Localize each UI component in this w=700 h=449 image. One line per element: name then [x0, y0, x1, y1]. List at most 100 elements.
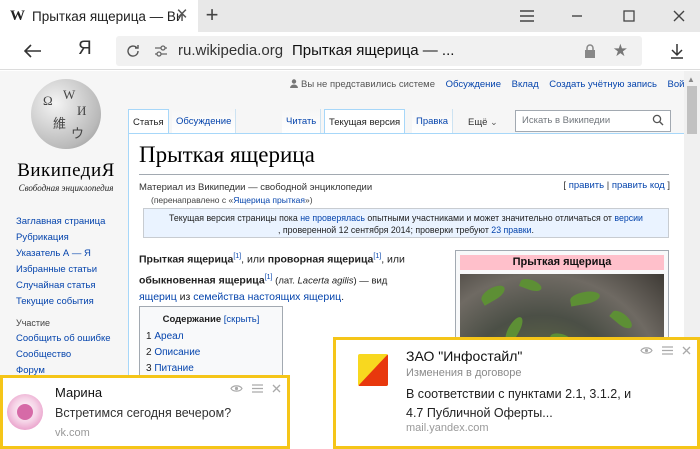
scroll-up-icon[interactable]: ▲: [687, 75, 695, 84]
reference-link[interactable]: [1]: [233, 253, 241, 260]
tab-bar: W Прыткая ящерица — Ви ✕ +: [0, 0, 700, 32]
user-contrib-link[interactable]: Вклад: [512, 79, 539, 90]
sidebar-item-featured[interactable]: Избранные статьи: [16, 262, 126, 278]
notification-mail[interactable]: ЗАО "Инфостайл" Изменения в договоре В с…: [333, 337, 700, 449]
browser-tab[interactable]: W Прыткая ящерица — Ви ✕: [0, 0, 198, 32]
lede-bold: Прыткая ящерица: [139, 253, 234, 266]
menu-lines-icon: [520, 10, 534, 22]
tab-current-version[interactable]: Текущая версия: [324, 109, 406, 133]
notification-body-line: В соответствии с пунктами 2.1, 3.1.2, и: [406, 387, 632, 401]
edit-links: [ править | править код ]: [563, 180, 670, 191]
not-logged-text: Вы не представились системе: [301, 79, 435, 90]
bracket-open: [: [563, 180, 567, 191]
search-icon[interactable]: [652, 114, 664, 126]
user-icon: [290, 79, 298, 88]
edit-sep: |: [606, 180, 610, 191]
menu-lines-icon[interactable]: [252, 384, 263, 393]
tab-article[interactable]: Статья: [128, 109, 169, 133]
lede-bold: проворная ящерица: [267, 253, 374, 266]
chevron-down-icon: ⌄: [490, 117, 498, 127]
family-link[interactable]: семейства настоящих ящериц: [193, 291, 341, 303]
wikipedia-wordmark: ВикипедиЯ: [17, 160, 115, 181]
lizards-link[interactable]: ящериц: [139, 291, 177, 303]
close-window-button[interactable]: [662, 0, 696, 32]
toc-item[interactable]: 2 Описание: [146, 345, 282, 361]
redirect-note: (перенаправлено с «Ящерица прыткая»): [151, 195, 313, 205]
lede-text: , или: [241, 253, 268, 266]
wiki-search-input[interactable]: Искать в Википедии: [515, 110, 671, 132]
redirect-prefix: (перенаправлено с «: [151, 195, 234, 205]
notice-text: , проверенной 12 сентября 2014; проверки…: [278, 225, 492, 235]
tab-more[interactable]: Ещё ⌄: [464, 109, 502, 133]
article-lede: Прыткая ящерица[1], или проворная ящериц…: [139, 248, 439, 306]
tab-discussion[interactable]: Обсуждение: [172, 109, 237, 133]
scrollbar-thumb[interactable]: [687, 86, 697, 134]
menu-lines-button[interactable]: [510, 0, 544, 32]
address-page-title: Прыткая ящерица — ...: [292, 42, 455, 59]
toc-hide-link[interactable]: [скрыть]: [224, 314, 260, 325]
minimize-button[interactable]: [560, 0, 594, 32]
sidebar-item-current-events[interactable]: Текущие события: [16, 294, 126, 310]
yandex-button[interactable]: Я: [78, 38, 92, 60]
search-placeholder: Искать в Википедии: [522, 115, 611, 126]
tab-close-icon[interactable]: ✕: [175, 7, 189, 22]
download-icon: [671, 44, 683, 59]
sidebar-item-community[interactable]: Сообщество: [16, 347, 126, 363]
close-icon: [673, 10, 685, 22]
browser-toolbar: Я ru.wikipedia.org Прыткая ящерица — ...…: [0, 32, 700, 70]
reference-link[interactable]: [1]: [265, 274, 273, 281]
lock-icon[interactable]: [584, 44, 596, 58]
maximize-button[interactable]: [612, 0, 646, 32]
redirect-link[interactable]: Ящерица прыткая: [233, 195, 305, 205]
site-subtitle: Материал из Википедии — свободной энцикл…: [139, 182, 373, 193]
lede-text: .: [341, 291, 345, 303]
page-title: Прыткая ящерица: [139, 142, 315, 167]
sidebar-item-random[interactable]: Случайная статья: [16, 278, 126, 294]
toc-item-label[interactable]: Ареал: [154, 331, 183, 342]
notification-vk[interactable]: Марина Встретимся сегодня вечером? vk.co…: [0, 375, 290, 449]
notification-source: vk.com: [55, 427, 90, 439]
toc-item[interactable]: 1 Ареал: [146, 329, 282, 345]
edit-code-link[interactable]: править код: [612, 180, 665, 191]
close-icon[interactable]: [272, 384, 281, 393]
tab-edit[interactable]: Правка: [412, 109, 454, 133]
wikipedia-globe-icon: Ω W И 維 ウ: [31, 79, 101, 149]
edit-link[interactable]: править: [569, 180, 604, 191]
lede-text: (лат.: [272, 275, 298, 286]
tab-title: Прыткая ящерица — Ви: [32, 8, 184, 24]
user-talk-link[interactable]: Обсуждение: [446, 79, 501, 90]
back-button[interactable]: [20, 39, 46, 63]
toc-item-label[interactable]: Питание: [154, 363, 193, 374]
address-bar[interactable]: ru.wikipedia.org Прыткая ящерица — ... ★: [116, 36, 642, 66]
notice-text: опытными участниками и может значительно…: [364, 213, 615, 223]
eye-icon[interactable]: [640, 346, 653, 355]
reload-icon[interactable]: [126, 44, 140, 58]
sidebar-item-index[interactable]: Указатель А — Я: [16, 246, 126, 262]
eye-icon[interactable]: [230, 384, 243, 393]
notification-title: Марина: [55, 385, 103, 400]
notification-actions: [640, 346, 691, 355]
lede-text: , или: [381, 253, 405, 266]
notification-title: ЗАО "Инфостайл": [406, 348, 523, 364]
close-icon[interactable]: [682, 346, 691, 355]
tab-read[interactable]: Читать: [282, 109, 322, 133]
wikipedia-logo[interactable]: Ω W И 維 ウ ВикипедиЯ Свободная энциклопед…: [10, 77, 120, 195]
new-tab-button[interactable]: +: [200, 3, 224, 27]
address-domain: ru.wikipedia.org: [178, 42, 284, 59]
toc-heading: Содержание: [162, 314, 222, 325]
notice-link-edits[interactable]: 23 правки: [491, 225, 531, 235]
notice-link-version[interactable]: версии: [614, 213, 643, 223]
notice-link-unreviewed[interactable]: не проверялась: [300, 213, 365, 223]
wikipedia-tagline: Свободная энциклопедия: [18, 183, 114, 193]
toc-item-label[interactable]: Описание: [154, 347, 200, 358]
sidebar-item-main-page[interactable]: Заглавная страница: [16, 214, 126, 230]
sidebar-item-categories[interactable]: Рубрикация: [16, 230, 126, 246]
site-settings-icon[interactable]: [154, 44, 168, 58]
create-account-link[interactable]: Создать учётную запись: [549, 79, 657, 90]
downloads-button[interactable]: [664, 39, 690, 63]
menu-lines-icon[interactable]: [662, 346, 673, 355]
toc-title: Содержание [скрыть]: [140, 314, 282, 325]
unreviewed-notice: Текущая версия страницы пока не проверял…: [143, 208, 669, 238]
bookmark-star-icon[interactable]: ★: [613, 41, 628, 61]
sidebar-item-report-error[interactable]: Сообщить об ошибке: [16, 331, 126, 347]
